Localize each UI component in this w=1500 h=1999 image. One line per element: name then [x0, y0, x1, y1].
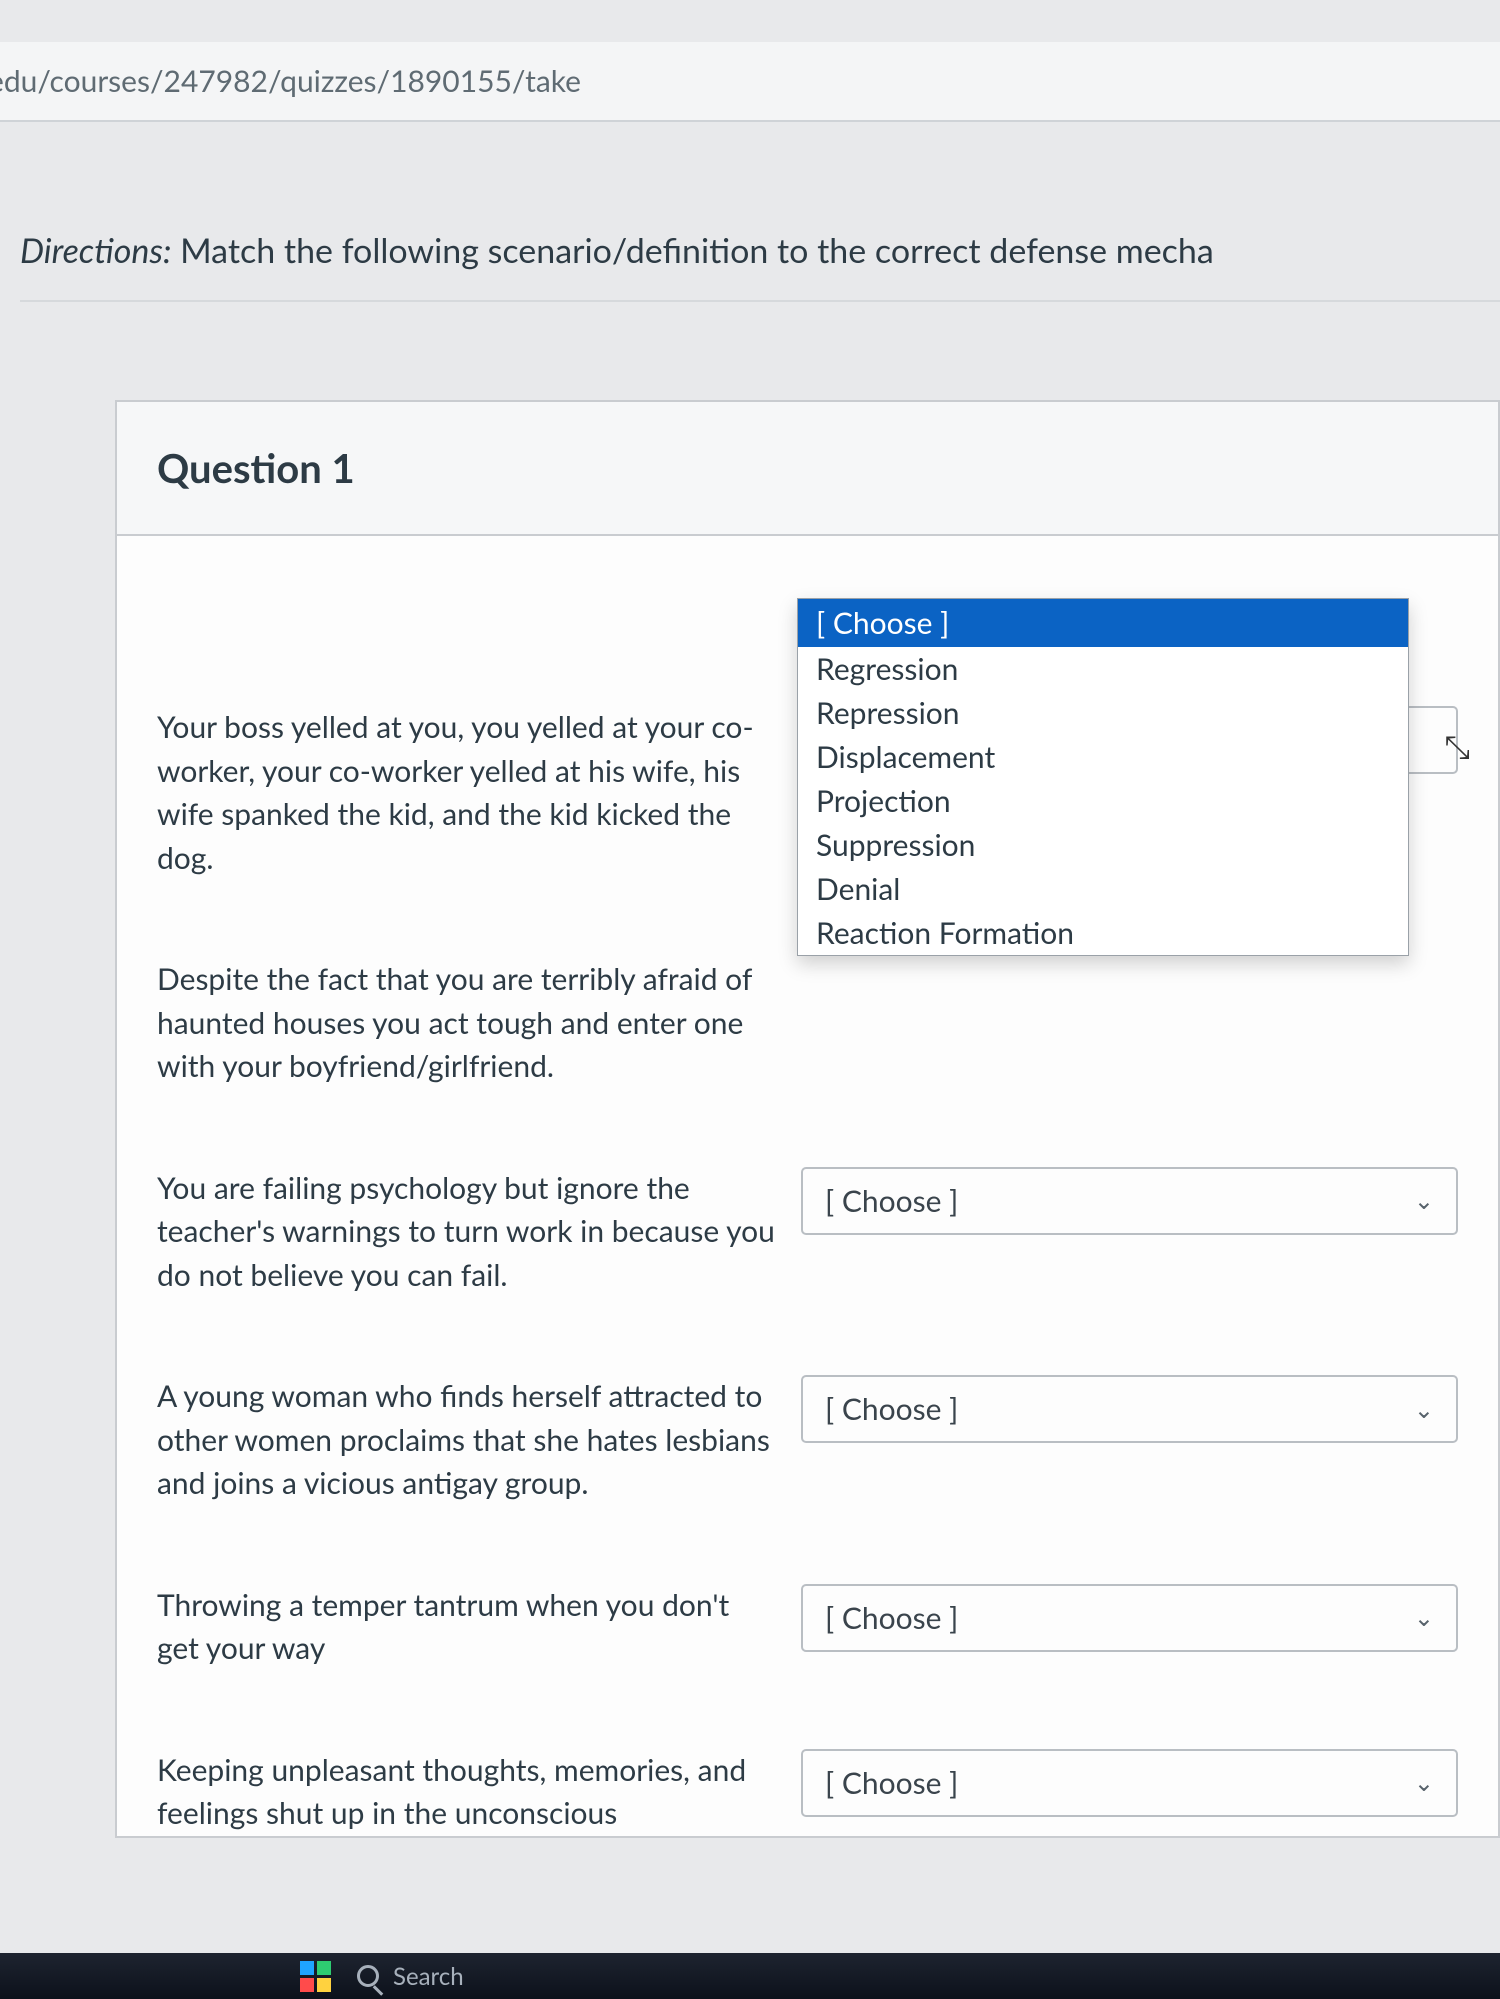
- select-value: [ Choose ]: [825, 1183, 958, 1219]
- dropdown-option[interactable]: Repression: [798, 691, 1408, 735]
- address-bar-text: edu/courses/247982/quizzes/1890155/take: [0, 63, 581, 99]
- dropdown-option[interactable]: Regression: [798, 647, 1408, 691]
- answer-dropdown-open[interactable]: [ Choose ] Regression Repression Displac…: [797, 598, 1409, 956]
- address-bar: edu/courses/247982/quizzes/1890155/take: [0, 42, 1500, 122]
- chevron-down-icon: ⌄: [1414, 1186, 1434, 1215]
- question-title: Question 1: [117, 402, 1498, 536]
- question-card: Question 1 Your boss yelled at you, you …: [115, 400, 1500, 1838]
- dropdown-option[interactable]: Reaction Formation: [798, 911, 1408, 955]
- answer-select[interactable]: [ Choose ] ⌄: [801, 1375, 1458, 1443]
- divider: [20, 300, 1500, 302]
- dropdown-option[interactable]: Suppression: [798, 823, 1408, 867]
- search-icon: [357, 1965, 379, 1987]
- taskbar: Search: [0, 1953, 1500, 1999]
- answer-select[interactable]: [ Choose ] ⌄: [801, 1584, 1458, 1652]
- answer-select[interactable]: [ Choose ] ⌄: [801, 1749, 1458, 1817]
- answer-select[interactable]: [ Choose ] ⌄: [801, 1167, 1458, 1235]
- directions-label: Directions:: [20, 230, 171, 271]
- scenario-text: A young woman who finds herself attracte…: [157, 1375, 777, 1506]
- dropdown-option-selected[interactable]: [ Choose ]: [798, 599, 1408, 647]
- dropdown-option[interactable]: Displacement: [798, 735, 1408, 779]
- match-row: Keeping unpleasant thoughts, memories, a…: [157, 1749, 1458, 1836]
- start-icon[interactable]: [300, 1961, 331, 1992]
- match-row: A young woman who finds herself attracte…: [157, 1375, 1458, 1506]
- select-value: [ Choose ]: [825, 1765, 958, 1801]
- directions-line: Directions: Match the following scenario…: [20, 230, 1500, 271]
- scenario-text: Despite the fact that you are terribly a…: [157, 958, 777, 1089]
- select-value: [ Choose ]: [825, 1600, 958, 1636]
- match-row: Throwing a temper tantrum when you don't…: [157, 1584, 1458, 1671]
- scenario-text: Your boss yelled at you, you yelled at y…: [157, 706, 777, 880]
- dropdown-option[interactable]: Denial: [798, 867, 1408, 911]
- chevron-down-icon: ⌄: [1414, 1768, 1434, 1797]
- directions-text: Match the following scenario/definition …: [171, 230, 1213, 271]
- scenario-text: You are failing psychology but ignore th…: [157, 1167, 777, 1298]
- chevron-down-icon: ⌄: [1414, 1603, 1434, 1632]
- match-row: Despite the fact that you are terribly a…: [157, 958, 1458, 1089]
- scenario-text: Throwing a temper tantrum when you don't…: [157, 1584, 777, 1671]
- taskbar-search[interactable]: Search: [357, 1962, 464, 1991]
- taskbar-search-label: Search: [393, 1962, 464, 1991]
- question-body: Your boss yelled at you, you yelled at y…: [117, 536, 1498, 1836]
- scenario-text: Keeping unpleasant thoughts, memories, a…: [157, 1749, 777, 1836]
- match-row: You are failing psychology but ignore th…: [157, 1167, 1458, 1298]
- select-value: [ Choose ]: [825, 1391, 958, 1427]
- chevron-down-icon: ⌄: [1414, 1395, 1434, 1424]
- dropdown-option[interactable]: Projection: [798, 779, 1408, 823]
- cursor-icon: ⤡: [1444, 726, 1470, 767]
